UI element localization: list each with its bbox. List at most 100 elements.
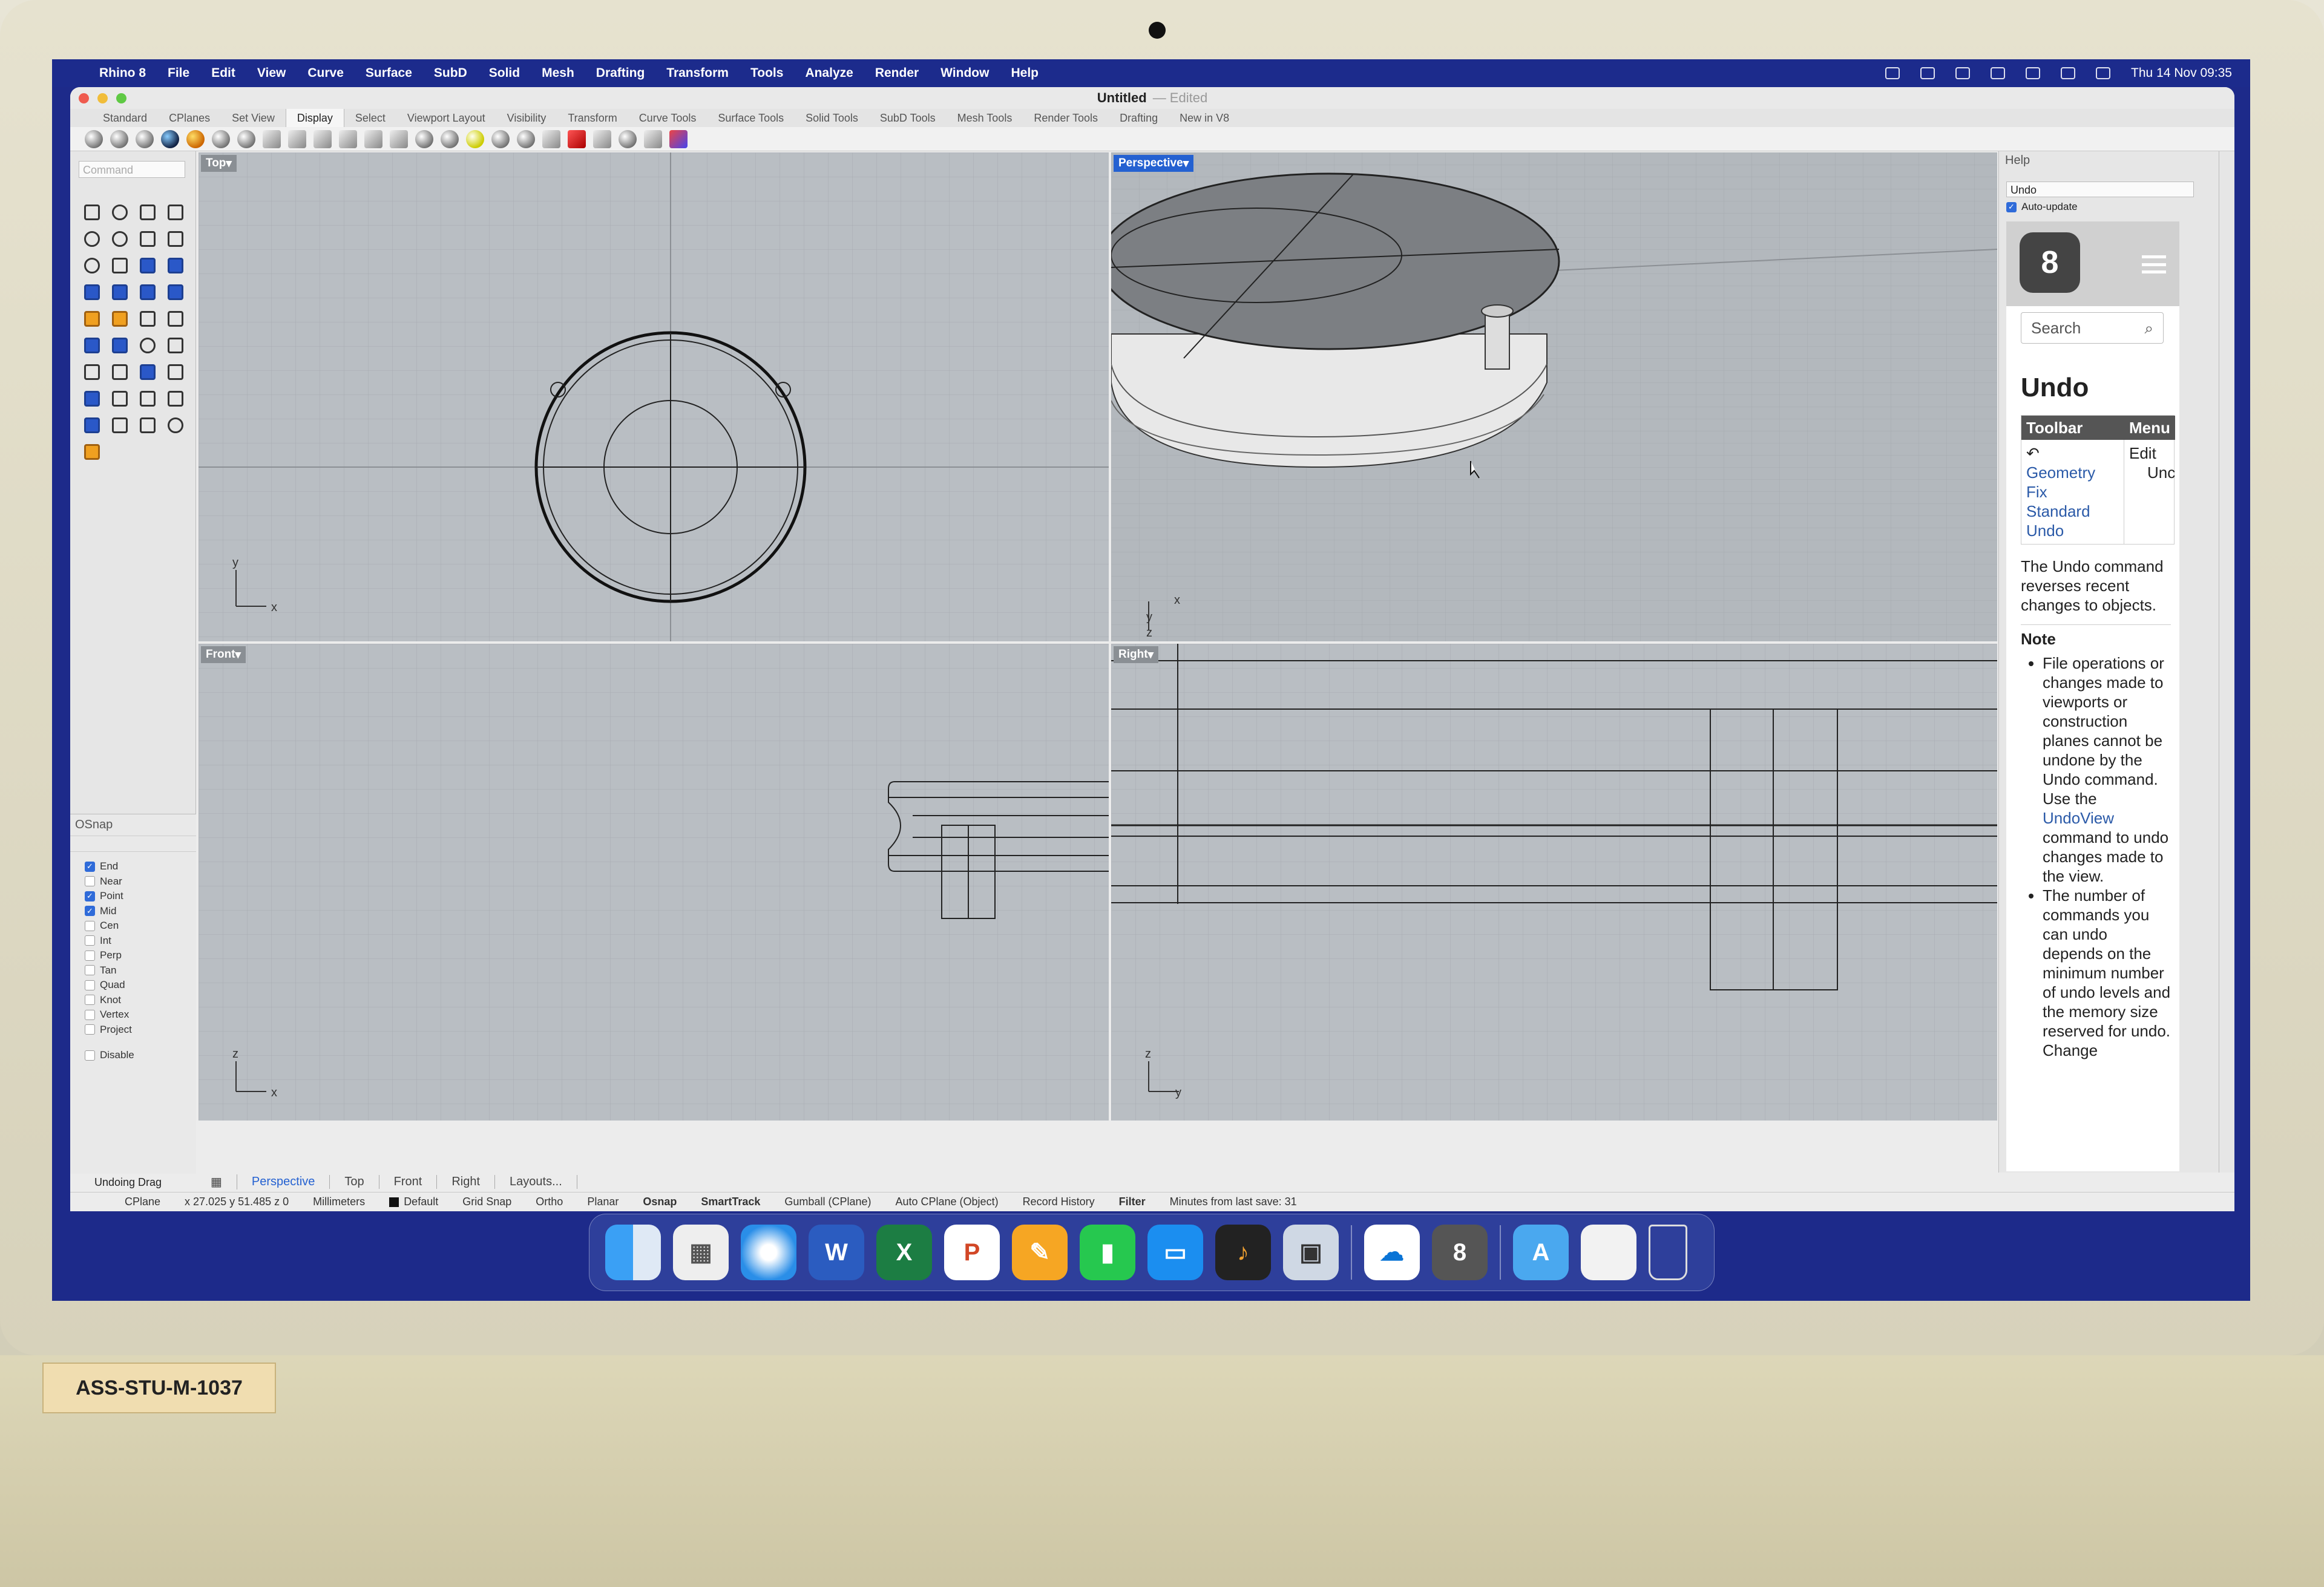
wireframe-display-icon[interactable] bbox=[85, 129, 103, 148]
onedrive-icon[interactable]: ☁ bbox=[1364, 1225, 1420, 1280]
tab-curve-tools[interactable]: Curve Tools bbox=[628, 109, 707, 127]
menu-mesh[interactable]: Mesh bbox=[542, 66, 574, 80]
osnap-quad[interactable]: Quad bbox=[70, 978, 196, 993]
hamburger-menu-icon[interactable] bbox=[2142, 255, 2166, 273]
checkbox-checked-icon[interactable]: ✓ bbox=[2006, 201, 2017, 212]
help-search-input[interactable]: Search ⌕ bbox=[2021, 312, 2164, 344]
pages-icon[interactable]: ✎ bbox=[1012, 1225, 1068, 1280]
osnap-knot[interactable]: Knot bbox=[70, 993, 196, 1008]
osnap-tan[interactable]: Tan bbox=[70, 963, 196, 978]
cloud-icon[interactable] bbox=[1885, 67, 1900, 79]
minimize-window-button[interactable] bbox=[97, 93, 108, 103]
monochrome-display-icon[interactable] bbox=[313, 129, 332, 148]
toggle-filter[interactable]: Filter bbox=[1119, 1196, 1146, 1208]
cplane-tool-icon[interactable] bbox=[80, 439, 104, 465]
sphere-icon[interactable] bbox=[441, 129, 459, 148]
rotate-tool-icon[interactable] bbox=[136, 333, 160, 358]
osnap-end[interactable]: ✓ End bbox=[70, 859, 196, 874]
menu-curve[interactable]: Curve bbox=[307, 66, 344, 80]
tab-select[interactable]: Select bbox=[344, 109, 396, 127]
rhino-dock-icon[interactable]: 8 bbox=[1432, 1225, 1488, 1280]
checkbox-icon[interactable] bbox=[85, 980, 95, 990]
link-undo[interactable]: Undo bbox=[2026, 521, 2119, 540]
checkbox-icon[interactable] bbox=[85, 1050, 95, 1061]
menu-view[interactable]: View bbox=[257, 66, 286, 80]
group-tool-icon[interactable] bbox=[80, 333, 104, 358]
shield-icon[interactable] bbox=[1991, 67, 2006, 79]
circle-tool-icon[interactable] bbox=[80, 226, 104, 252]
osnap-vertex[interactable]: Vertex bbox=[70, 1007, 196, 1023]
tab-standard[interactable]: Standard bbox=[92, 109, 158, 127]
toggle-ortho[interactable]: Ortho bbox=[536, 1196, 563, 1208]
arc-tool-icon[interactable] bbox=[80, 253, 104, 278]
menu-drafting[interactable]: Drafting bbox=[596, 66, 645, 80]
trim-tool-icon[interactable] bbox=[136, 306, 160, 332]
light-icon[interactable] bbox=[339, 129, 357, 148]
shaded-display-icon[interactable] bbox=[110, 129, 128, 148]
raytraced-display-icon[interactable] bbox=[161, 129, 179, 148]
tab-new-in-v8[interactable]: New in V8 bbox=[1169, 109, 1240, 127]
viewport-right[interactable]: y z Right ▾ bbox=[1111, 644, 1997, 1121]
checkbox-icon[interactable] bbox=[85, 935, 95, 946]
dimension-tool-icon[interactable] bbox=[108, 359, 132, 385]
toggle-record-history[interactable]: Record History bbox=[1023, 1196, 1095, 1208]
measure-tool-icon[interactable] bbox=[108, 386, 132, 411]
rectangle-tool-icon[interactable] bbox=[163, 226, 188, 252]
tab-drafting[interactable]: Drafting bbox=[1109, 109, 1169, 127]
curve-tool-icon[interactable] bbox=[163, 200, 188, 225]
box-tool-icon[interactable] bbox=[80, 280, 104, 305]
tab-display[interactable]: Display bbox=[285, 109, 344, 127]
excel-icon[interactable]: X bbox=[876, 1225, 932, 1280]
extrude-tool-icon[interactable] bbox=[108, 280, 132, 305]
viewport-front[interactable]: x z Front ▾ bbox=[199, 644, 1109, 1121]
toggle-smarttrack[interactable]: SmartTrack bbox=[701, 1196, 760, 1208]
osnap-disable[interactable]: Disable bbox=[70, 1048, 196, 1063]
status-cplane[interactable]: CPlane bbox=[125, 1196, 160, 1208]
toggle-auto-cplane[interactable]: Auto CPlane (Object) bbox=[895, 1196, 998, 1208]
status-units[interactable]: Millimeters bbox=[313, 1196, 365, 1208]
control-center-icon[interactable] bbox=[2096, 67, 2111, 79]
menu-surface[interactable]: Surface bbox=[366, 66, 412, 80]
zoom-window-button[interactable] bbox=[116, 93, 126, 103]
solid-tool-icon[interactable] bbox=[163, 280, 188, 305]
ghosted-display-icon[interactable] bbox=[212, 129, 230, 148]
loft-tool-icon[interactable] bbox=[163, 253, 188, 278]
check-tool-icon[interactable] bbox=[136, 413, 160, 438]
osnap-project[interactable]: Project bbox=[70, 1023, 196, 1038]
point-tool-icon[interactable] bbox=[108, 200, 132, 225]
analyze-tool-icon[interactable] bbox=[163, 413, 188, 438]
text-tool-icon[interactable] bbox=[80, 359, 104, 385]
link-standard[interactable]: Standard bbox=[2026, 502, 2119, 521]
person-icon[interactable] bbox=[2026, 67, 2041, 79]
checkbox-icon[interactable] bbox=[85, 995, 95, 1006]
help-auto-update[interactable]: ✓ Auto-update bbox=[2006, 201, 2078, 213]
vtab-front[interactable]: Front bbox=[379, 1174, 438, 1189]
toggle-grid-snap[interactable]: Grid Snap bbox=[462, 1196, 511, 1208]
menu-analyze[interactable]: Analyze bbox=[805, 66, 853, 80]
osnap-cen[interactable]: Cen bbox=[70, 918, 196, 934]
gumball-tool-icon[interactable] bbox=[163, 386, 188, 411]
viewport-label-front[interactable]: Front ▾ bbox=[201, 646, 246, 663]
screen-record-icon[interactable] bbox=[1920, 67, 1935, 79]
pen-display-icon[interactable] bbox=[288, 129, 306, 148]
menu-edit[interactable]: Edit bbox=[211, 66, 235, 80]
tab-render-tools[interactable]: Render Tools bbox=[1023, 109, 1109, 127]
viewport-label-right[interactable]: Right ▾ bbox=[1114, 646, 1159, 663]
menu-solid[interactable]: Solid bbox=[489, 66, 520, 80]
tab-mesh-tools[interactable]: Mesh Tools bbox=[947, 109, 1023, 127]
menu-subd[interactable]: SubD bbox=[434, 66, 467, 80]
printer-icon[interactable] bbox=[1955, 67, 1971, 79]
grid-color-icon[interactable] bbox=[669, 129, 688, 148]
tab-visibility[interactable]: Visibility bbox=[496, 109, 557, 127]
toggle-planar[interactable]: Planar bbox=[587, 1196, 619, 1208]
viewport-layout-icon[interactable]: ▦ bbox=[196, 1174, 237, 1189]
camera-display-icon[interactable] bbox=[364, 129, 382, 148]
scale-tool-icon[interactable] bbox=[163, 359, 188, 385]
search-icon[interactable] bbox=[2061, 67, 2076, 79]
numbers-icon[interactable]: ▮ bbox=[1080, 1225, 1135, 1280]
menu-tools[interactable]: Tools bbox=[750, 66, 783, 80]
viewport-top[interactable]: x y Top ▾ bbox=[199, 152, 1109, 641]
grid-array-icon[interactable] bbox=[136, 386, 160, 411]
osnap-near[interactable]: Near bbox=[70, 874, 196, 889]
checkbox-icon[interactable] bbox=[85, 876, 95, 887]
